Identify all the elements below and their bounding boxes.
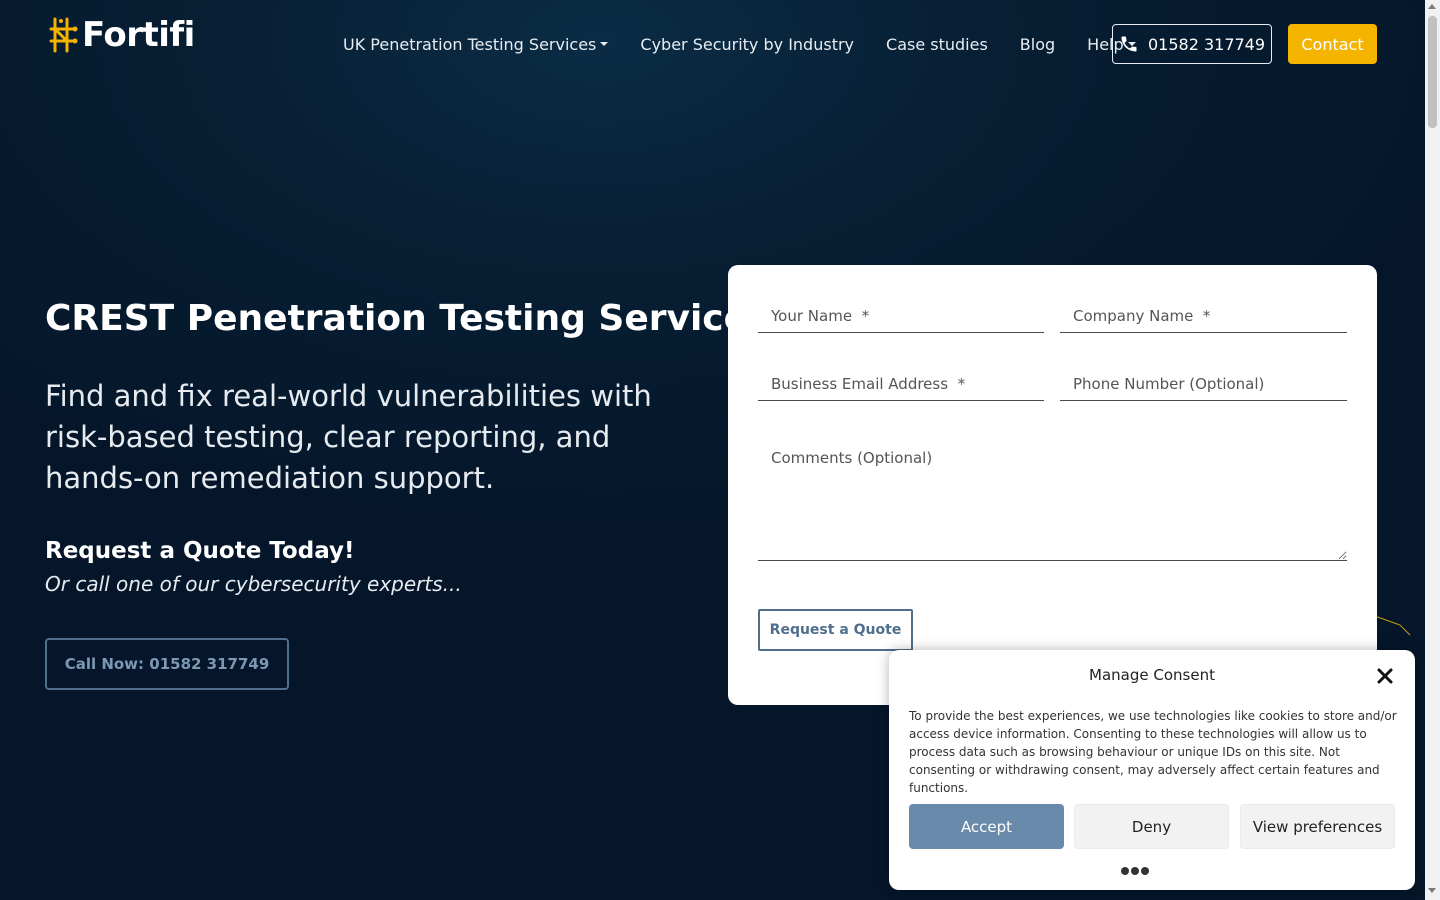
phone-number: 01582 317749 (1147, 34, 1266, 54)
phone-icon (1121, 36, 1137, 52)
caret-down-icon (600, 42, 609, 46)
nav-item-label: Blog (1019, 34, 1056, 54)
quote-form: Request a Quote (728, 265, 1377, 705)
quote-subheading: Or call one of our cybersecurity experts… (45, 572, 462, 596)
logo[interactable]: Fortifi (48, 15, 195, 55)
phone-button[interactable]: 01582 317749 (1112, 24, 1272, 64)
consent-dialog: Manage Consent To provide the best exper… (889, 650, 1415, 890)
request-quote-button[interactable]: Request a Quote (758, 609, 913, 651)
dot (1141, 867, 1149, 875)
view-preferences-button[interactable]: View preferences (1240, 804, 1395, 849)
main-nav: UK Penetration Testing Services Cyber Se… (343, 24, 1168, 64)
logo-text: Fortifi (82, 15, 195, 55)
nav-item-label: UK Penetration Testing Services (343, 34, 597, 54)
fortifi-logo-icon (49, 17, 78, 53)
accept-button[interactable]: Accept (909, 804, 1064, 849)
hero-title: CREST Penetration Testing Services (45, 298, 770, 339)
hero-subtitle: Find and fix real-world vulnerabilities … (45, 379, 652, 495)
nav-item-penetration-testing[interactable]: UK Penetration Testing Services (343, 34, 609, 54)
contact-button[interactable]: Contact (1288, 24, 1377, 64)
deny-button[interactable]: Deny (1074, 804, 1229, 849)
scroll-thumb[interactable] (1428, 16, 1437, 128)
dot (1131, 867, 1139, 875)
close-icon[interactable] (1376, 667, 1394, 685)
dot (1121, 867, 1129, 875)
call-now-button[interactable]: Call Now: 01582 317749 (45, 638, 289, 690)
scroll-down-arrow-icon[interactable] (1428, 888, 1436, 893)
site-header: Fortifi UK Penetration Testing Services … (0, 0, 1425, 90)
phone-input[interactable] (1060, 367, 1347, 401)
company-name-input[interactable] (1060, 299, 1347, 333)
consent-title: Manage Consent (1089, 666, 1215, 684)
nav-item-case-studies[interactable]: Case studies (886, 35, 988, 54)
quote-heading: Request a Quote Today! (45, 538, 355, 564)
comments-textarea[interactable] (758, 445, 1347, 561)
nav-item-label: Cyber Security by Industry (640, 34, 855, 54)
nav-item-blog[interactable]: Blog (1020, 35, 1055, 54)
more-options-icon[interactable] (1121, 867, 1151, 875)
consent-text: To provide the best experiences, we use … (909, 709, 1397, 795)
your-name-input[interactable] (758, 299, 1044, 333)
scroll-up-arrow-icon[interactable] (1428, 4, 1436, 9)
nav-item-industry[interactable]: Cyber Security by Industry (640, 35, 854, 54)
page-scrollbar[interactable] (1425, 0, 1440, 900)
email-input[interactable] (758, 367, 1044, 401)
nav-item-label: Case studies (886, 34, 988, 54)
